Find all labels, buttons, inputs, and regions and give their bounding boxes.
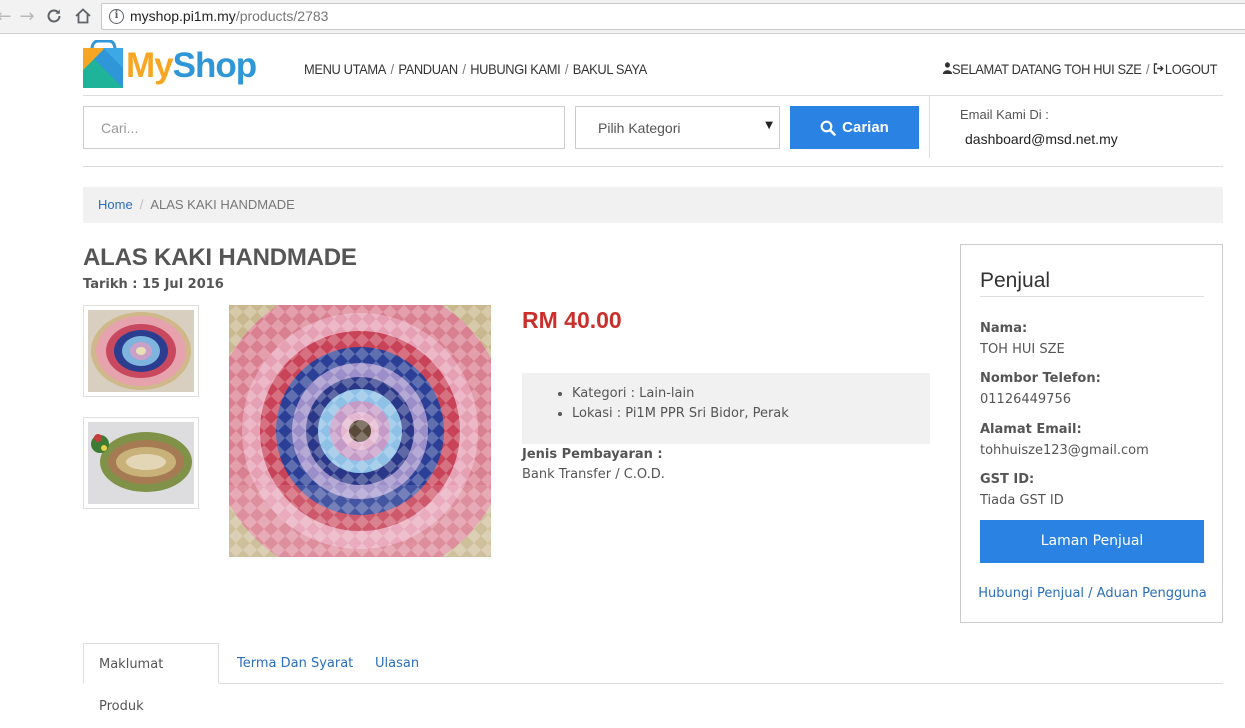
product-title: ALAS KAKI HANDMADE: [83, 244, 357, 271]
product-thumbnail-1[interactable]: [83, 305, 199, 397]
seller-email: tohhuisze123@gmail.com: [980, 443, 1149, 458]
seller-panel: Penjual Nama: TOH HUI SZE Nombor Telefon…: [960, 244, 1223, 623]
url-domain: myshop.pi1m.my: [130, 8, 236, 24]
shopping-bag-logo-icon: [83, 40, 123, 88]
main-navigation: MENU UTAMA / PANDUAN / HUBUNGI KAMI / BAKUL SA…: [304, 61, 647, 77]
address-bar[interactable]: i myshop.pi1m.my/products/2783: [101, 3, 1245, 30]
url-text: myshop.pi1m.my/products/2783: [130, 8, 328, 24]
back-arrow-icon[interactable]: ←: [0, 7, 14, 27]
breadcrumb-current: ALAS KAKI HANDMADE: [150, 197, 295, 212]
product-price: RM 40.00: [522, 307, 622, 333]
breadcrumb: Home / ALAS KAKI HANDMADE: [83, 187, 1223, 223]
seller-name: TOH HUI SZE: [980, 342, 1065, 357]
search-button[interactable]: Carian: [790, 106, 919, 149]
seller-panel-title: Penjual: [980, 269, 1051, 292]
product-date: Tarikh : 15 Jul 2016: [83, 277, 224, 292]
seller-phone-label: Nombor Telefon:: [980, 371, 1101, 386]
search-icon: [820, 120, 836, 136]
forward-arrow-icon[interactable]: →: [17, 7, 37, 27]
reload-icon[interactable]: [44, 7, 64, 27]
home-icon[interactable]: [73, 7, 93, 27]
nav-bakul-saya[interactable]: BAKUL SAYA: [573, 61, 647, 77]
nav-panduan[interactable]: PANDUAN: [398, 61, 458, 77]
breadcrumb-home-link[interactable]: Home: [98, 197, 133, 212]
breadcrumb-separator: /: [139, 197, 144, 212]
tab-reviews[interactable]: Ulasan: [360, 643, 434, 684]
contact-seller-link[interactable]: Hubungi Penjual / Aduan Pengguna: [961, 586, 1224, 601]
tab-terms[interactable]: Terma Dan Syarat: [222, 643, 368, 684]
welcome-user-link[interactable]: SELAMAT DATANG TOH HUI SZE: [952, 61, 1142, 77]
product-location: Lokasi : Pi1M PPR Sri Bidor, Perak: [572, 404, 930, 424]
info-icon[interactable]: i: [109, 9, 124, 24]
payment-type-label: Jenis Pembayaran :: [522, 447, 663, 462]
user-icon: [942, 61, 952, 77]
category-select-value: Pilih Kategori: [598, 120, 681, 136]
seller-page-button[interactable]: Laman Penjual: [980, 520, 1204, 563]
seller-name-label: Nama:: [980, 321, 1028, 336]
tab-product-info[interactable]: Maklumat Produk: [83, 643, 219, 714]
mat-thumbnail-image: [88, 310, 194, 392]
search-button-label: Carian: [842, 119, 889, 136]
logout-icon: [1154, 61, 1165, 77]
seller-gst-label: GST ID:: [980, 472, 1035, 487]
product-details-box: Kategori : Lain-lain Lokasi : Pi1M PPR S…: [522, 373, 930, 444]
user-navigation: SELAMAT DATANG TOH HUI SZE / LOGOUT: [942, 61, 1218, 77]
seller-panel-divider: [980, 296, 1204, 297]
contact-email-label: Email Kami Di :: [960, 107, 1049, 122]
contact-email-value: dashboard@msd.net.my: [965, 131, 1118, 147]
nav-menu-utama[interactable]: MENU UTAMA: [304, 61, 386, 77]
seller-email-label: Alamat Email:: [980, 422, 1082, 437]
product-category: Kategori : Lain-lain: [572, 384, 930, 404]
nav-hubungi-kami[interactable]: HUBUNGI KAMI: [470, 61, 560, 77]
search-input[interactable]: [83, 106, 565, 149]
seller-phone: 01126449756: [980, 392, 1071, 407]
browser-toolbar: ← → i myshop.pi1m.my/products/2783: [0, 0, 1245, 34]
search-divider: [83, 166, 1223, 167]
site-logo[interactable]: MyShop: [83, 40, 257, 90]
seller-gst: Tiada GST ID: [980, 493, 1064, 508]
logo-text: MyShop: [126, 46, 257, 85]
product-thumbnail-2[interactable]: [83, 417, 199, 509]
caret-down-icon: ▼: [765, 120, 773, 131]
product-main-image[interactable]: [229, 305, 491, 557]
header-divider: [83, 95, 1223, 96]
payment-type-value: Bank Transfer / C.O.D.: [522, 467, 665, 482]
url-path: /products/2783: [235, 8, 329, 24]
header-vertical-divider: [929, 96, 930, 158]
category-select[interactable]: Pilih Kategori ▼: [575, 106, 780, 149]
logout-link[interactable]: LOGOUT: [1165, 61, 1218, 77]
mat-thumbnail-image-2: [88, 422, 194, 504]
